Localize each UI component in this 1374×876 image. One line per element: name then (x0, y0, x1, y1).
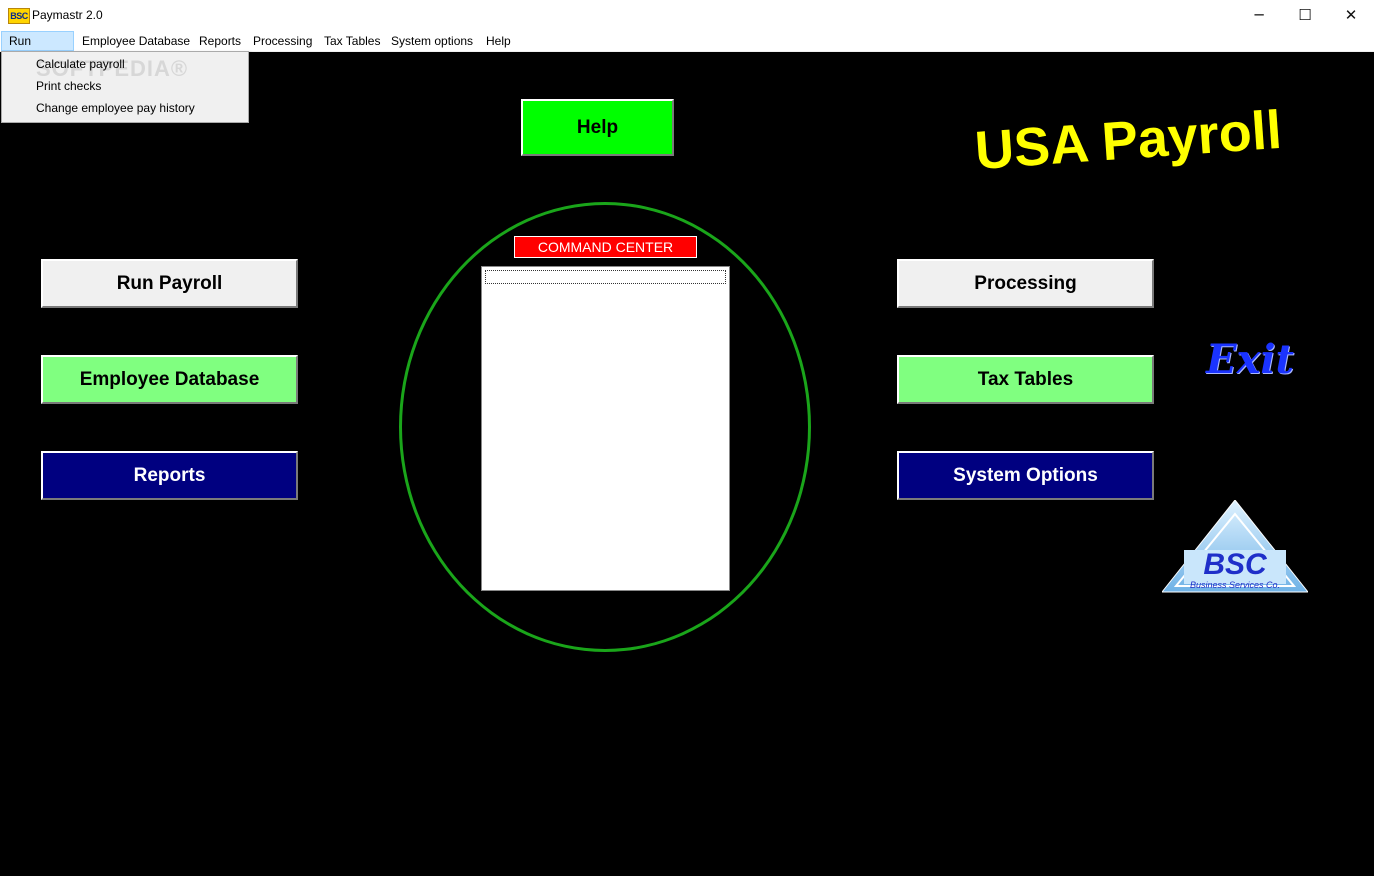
menu-system-options[interactable]: System options (384, 31, 480, 51)
system-options-button[interactable]: System Options (897, 451, 1154, 500)
menu-help[interactable]: Help (479, 31, 518, 51)
minimize-button[interactable]: ─ (1236, 0, 1282, 31)
bsc-logo-name: Business Services Co. (1190, 580, 1280, 590)
usa-payroll-logo: USA Payroll (975, 100, 1284, 174)
exit-button[interactable]: Exit (1206, 336, 1294, 383)
close-button[interactable]: ✕ (1328, 0, 1374, 31)
list-item[interactable] (485, 270, 726, 284)
dropdown-item-calculate-payroll[interactable]: Calculate payroll (36, 54, 125, 74)
title-bar: BSC Paymastr 2.0 ─ ☐ ✕ (0, 0, 1374, 32)
app-icon: BSC (8, 8, 30, 24)
run-payroll-button[interactable]: Run Payroll (41, 259, 298, 308)
maximize-button[interactable]: ☐ (1282, 0, 1328, 31)
employee-database-button[interactable]: Employee Database (41, 355, 298, 404)
dropdown-item-print-checks[interactable]: Print checks (36, 76, 101, 96)
usa-payroll-logo-text: USA Payroll (975, 100, 1284, 174)
menu-reports[interactable]: Reports (192, 31, 248, 51)
menu-bar: Run Payroll Employee Database Reports Pr… (0, 31, 1374, 66)
command-center-title: COMMAND CENTER (514, 236, 697, 258)
bsc-logo: BSC Business Services Co. (1162, 500, 1308, 593)
processing-button[interactable]: Processing (897, 259, 1154, 308)
bsc-logo-abbrev: BSC (1203, 548, 1268, 581)
dropdown-item-change-pay-history[interactable]: Change employee pay history (36, 98, 195, 118)
menu-processing[interactable]: Processing (246, 31, 319, 51)
run-payroll-dropdown: SOFTPEDIA® Calculate payroll Print check… (1, 51, 249, 123)
menu-employee-database[interactable]: Employee Database (75, 31, 197, 51)
menu-tax-tables[interactable]: Tax Tables (317, 31, 387, 51)
help-button[interactable]: Help (521, 99, 674, 156)
menu-run-payroll[interactable]: Run Payroll (1, 31, 74, 66)
tax-tables-button[interactable]: Tax Tables (897, 355, 1154, 404)
command-center-list[interactable] (481, 266, 730, 591)
window-title: Paymastr 2.0 (32, 8, 103, 22)
reports-button[interactable]: Reports (41, 451, 298, 500)
